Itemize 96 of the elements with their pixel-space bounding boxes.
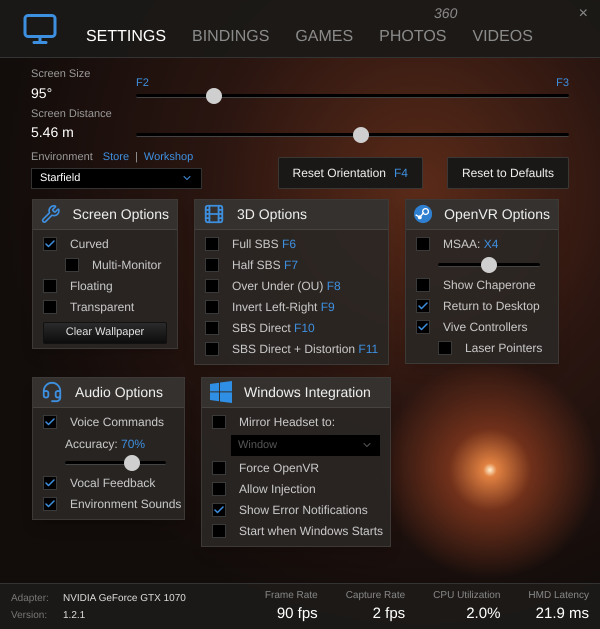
checkbox[interactable] xyxy=(416,299,430,313)
slider-thumb[interactable] xyxy=(481,256,497,272)
option-label: Allow Injection xyxy=(239,481,316,498)
stat-value: 2 fps xyxy=(372,604,406,624)
link-separator: | xyxy=(135,150,138,165)
info-value: NVIDIA GeForce GTX 1070 xyxy=(63,592,186,606)
slider[interactable] xyxy=(65,454,166,470)
option-label: Mirror Headset to: xyxy=(239,414,336,431)
panel-title: OpenVR Options xyxy=(444,204,550,224)
reset-button[interactable]: Reset to Defaults xyxy=(446,156,569,188)
checkbox[interactable] xyxy=(212,524,226,538)
option-label: Environment Sounds xyxy=(70,496,182,513)
panel-title: Windows Integration xyxy=(244,382,371,402)
option-label: SBS Direct + Distortion F11 xyxy=(232,341,378,358)
checkbox[interactable] xyxy=(205,321,219,335)
option-label: Return to Desktop xyxy=(443,298,540,315)
option-label: Laser Pointers xyxy=(465,340,542,357)
panel-title: 3D Options xyxy=(237,204,308,224)
checkbox[interactable] xyxy=(43,476,57,490)
nav-tab[interactable]: PHOTOS xyxy=(379,24,446,48)
option-label: MSAA: X4 xyxy=(443,236,498,253)
checkbox[interactable] xyxy=(205,342,219,356)
slider[interactable] xyxy=(438,256,540,272)
hotkey-label: F2 xyxy=(136,76,149,88)
info-label: Adapter: xyxy=(11,592,50,606)
close-button[interactable]: × xyxy=(578,2,588,26)
checkbox[interactable] xyxy=(205,237,219,251)
option-label: Invert Left-Right F9 xyxy=(232,299,335,316)
slider[interactable] xyxy=(136,88,569,104)
clear-wallpaper-button[interactable]: Clear Wallpaper xyxy=(43,322,167,344)
hotkey-label: F3 xyxy=(556,76,569,88)
option-label: SBS Direct F10 xyxy=(232,320,315,337)
option-label: Vocal Feedback xyxy=(70,475,156,492)
checkbox[interactable] xyxy=(205,300,219,314)
slider-label: Screen Size xyxy=(31,67,92,82)
checkbox[interactable] xyxy=(43,300,57,314)
option-label: Show Chaperone xyxy=(443,277,536,294)
option-label: Transparent xyxy=(70,299,134,316)
checkbox[interactable] xyxy=(212,415,226,429)
slider-thumb[interactable] xyxy=(353,127,370,143)
stat-label: Capture Rate xyxy=(346,588,406,603)
checkbox[interactable] xyxy=(65,258,79,272)
slider-thumb[interactable] xyxy=(124,454,140,470)
film-icon xyxy=(203,203,225,225)
option-label: Voice Commands xyxy=(70,414,164,431)
store-link[interactable]: Store xyxy=(102,149,130,166)
workshop-link[interactable]: Workshop xyxy=(144,149,194,166)
option-label: Show Error Notifications xyxy=(239,502,368,519)
windows-logo-icon xyxy=(210,381,232,403)
option-label: Curved xyxy=(70,236,109,253)
headset-icon xyxy=(41,381,63,403)
option-label: Half SBS F7 xyxy=(232,257,298,274)
stat-value: 2.0% xyxy=(466,604,500,624)
option-label: Full SBS F6 xyxy=(232,236,296,253)
reset-button[interactable]: Reset Orientation F4 xyxy=(278,156,423,188)
slider-value: 5.46 m xyxy=(31,123,75,142)
checkbox[interactable] xyxy=(205,279,219,293)
checkbox[interactable] xyxy=(43,237,57,251)
checkbox[interactable] xyxy=(212,482,226,496)
stat-label: CPU Utilization xyxy=(433,588,500,603)
checkbox[interactable] xyxy=(43,279,57,293)
nav-tab[interactable]: GAMES xyxy=(295,24,354,48)
checkbox[interactable] xyxy=(416,237,430,251)
nav-tab[interactable]: VIDEOS xyxy=(472,24,533,48)
checkbox[interactable] xyxy=(416,278,430,292)
stat-label: HMD Latency xyxy=(528,588,589,603)
nav-tab[interactable]: BINDINGS xyxy=(192,24,270,48)
overline-label: 360 xyxy=(434,4,458,23)
checkbox[interactable] xyxy=(212,503,226,517)
info-label: Version: xyxy=(11,608,48,622)
checkbox[interactable] xyxy=(205,258,219,272)
option-label: Multi-Monitor xyxy=(92,257,162,274)
stat-label: Frame Rate xyxy=(264,588,318,603)
stat-value: 21.9 ms xyxy=(536,604,589,624)
option-label: Over Under (OU) F8 xyxy=(232,278,341,295)
option-label: Vive Controllers xyxy=(443,319,528,336)
checkbox[interactable] xyxy=(212,461,226,475)
option-label: Floating xyxy=(70,278,113,295)
nav-tab[interactable]: SETTINGS xyxy=(86,24,166,48)
environment-dropdown[interactable]: Starfield xyxy=(31,168,202,188)
stat-value: 90 fps xyxy=(276,604,318,624)
checkbox[interactable] xyxy=(43,415,57,429)
checkbox[interactable] xyxy=(43,497,57,511)
slider-label: Screen Distance xyxy=(31,106,113,122)
slider[interactable] xyxy=(136,127,569,143)
panel-title: Screen Options xyxy=(72,204,169,224)
panel-title: Audio Options xyxy=(75,382,163,402)
slider-value: 95° xyxy=(31,84,54,102)
info-value: 1.2.1 xyxy=(63,608,86,622)
option-label: Start when Windows Starts xyxy=(239,523,384,540)
checkbox[interactable] xyxy=(438,341,452,355)
option-label: Force OpenVR xyxy=(239,460,320,477)
slider-thumb[interactable] xyxy=(206,88,222,104)
environment-label: Environment xyxy=(31,150,93,165)
accuracy-label: Accuracy: 70% xyxy=(65,436,146,452)
checkbox[interactable] xyxy=(416,320,430,334)
